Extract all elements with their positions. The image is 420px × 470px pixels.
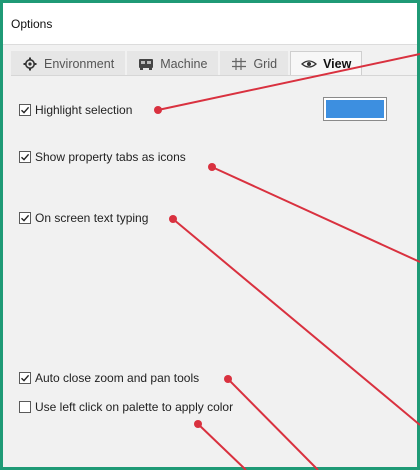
highlight-color-swatch[interactable]: [323, 97, 387, 121]
option-label: Auto close zoom and pan tools: [35, 371, 200, 385]
tab-grid[interactable]: Grid: [220, 51, 289, 75]
tab-bar: Environment Machine Grid View: [11, 49, 364, 75]
checkmark-icon: [21, 374, 30, 382]
checkmark-icon: [21, 106, 30, 114]
tab-machine[interactable]: Machine: [127, 51, 219, 75]
checkbox[interactable]: [19, 372, 31, 384]
option-auto-close-zoom-pan[interactable]: Auto close zoom and pan tools: [19, 371, 199, 385]
tab-label: View: [323, 56, 352, 71]
checkmark-icon: [21, 214, 30, 222]
tab-label: Grid: [253, 56, 278, 71]
option-label: Highlight selection: [35, 103, 133, 117]
options-window: Options Environment Machine Grid View Hi…: [0, 0, 420, 470]
window-title: Options: [11, 17, 53, 31]
option-property-tabs-icons[interactable]: Show property tabs as icons: [19, 150, 186, 164]
grid-icon: [231, 57, 247, 71]
tab-environment[interactable]: Environment: [11, 51, 126, 75]
settings-icon: [22, 57, 38, 71]
checkbox[interactable]: [19, 104, 31, 116]
option-on-screen-text-typing[interactable]: On screen text typing: [19, 211, 148, 225]
option-label: On screen text typing: [35, 211, 149, 225]
machine-icon: [138, 57, 154, 71]
tab-label: Machine: [160, 56, 208, 71]
checkmark-icon: [21, 153, 30, 161]
option-label: Use left click on palette to apply color: [35, 400, 234, 414]
color-fill: [326, 100, 384, 118]
option-highlight-selection[interactable]: Highlight selection: [19, 103, 132, 117]
checkbox[interactable]: [19, 401, 31, 413]
title-bar: Options: [3, 3, 417, 45]
option-left-click-palette[interactable]: Use left click on palette to apply color: [19, 400, 233, 414]
checkbox[interactable]: [19, 212, 31, 224]
tab-divider: [11, 75, 417, 76]
tab-label: Environment: [44, 56, 115, 71]
checkbox[interactable]: [19, 151, 31, 163]
tab-view[interactable]: View: [290, 51, 363, 75]
option-label: Show property tabs as icons: [35, 150, 186, 164]
eye-icon: [301, 57, 318, 71]
